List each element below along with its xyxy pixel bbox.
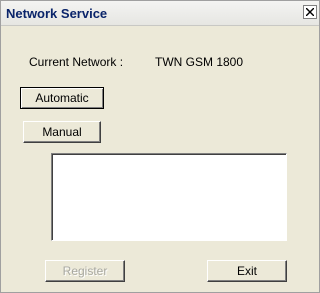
current-network-label: Current Network : [29, 55, 124, 69]
close-button[interactable] [303, 5, 317, 19]
exit-button[interactable]: Exit [207, 260, 287, 282]
network-list[interactable] [51, 153, 287, 241]
window-title: Network Service [6, 6, 108, 21]
current-network-value: TWN GSM 1800 [155, 55, 244, 69]
automatic-button[interactable]: Automatic [20, 87, 104, 109]
manual-button[interactable]: Manual [23, 121, 101, 143]
title-bar: Network Service [1, 1, 319, 26]
register-button[interactable]: Register [45, 260, 125, 282]
network-service-dialog: Network Service Current Network : TWN GS… [0, 0, 320, 293]
close-icon [306, 8, 314, 16]
